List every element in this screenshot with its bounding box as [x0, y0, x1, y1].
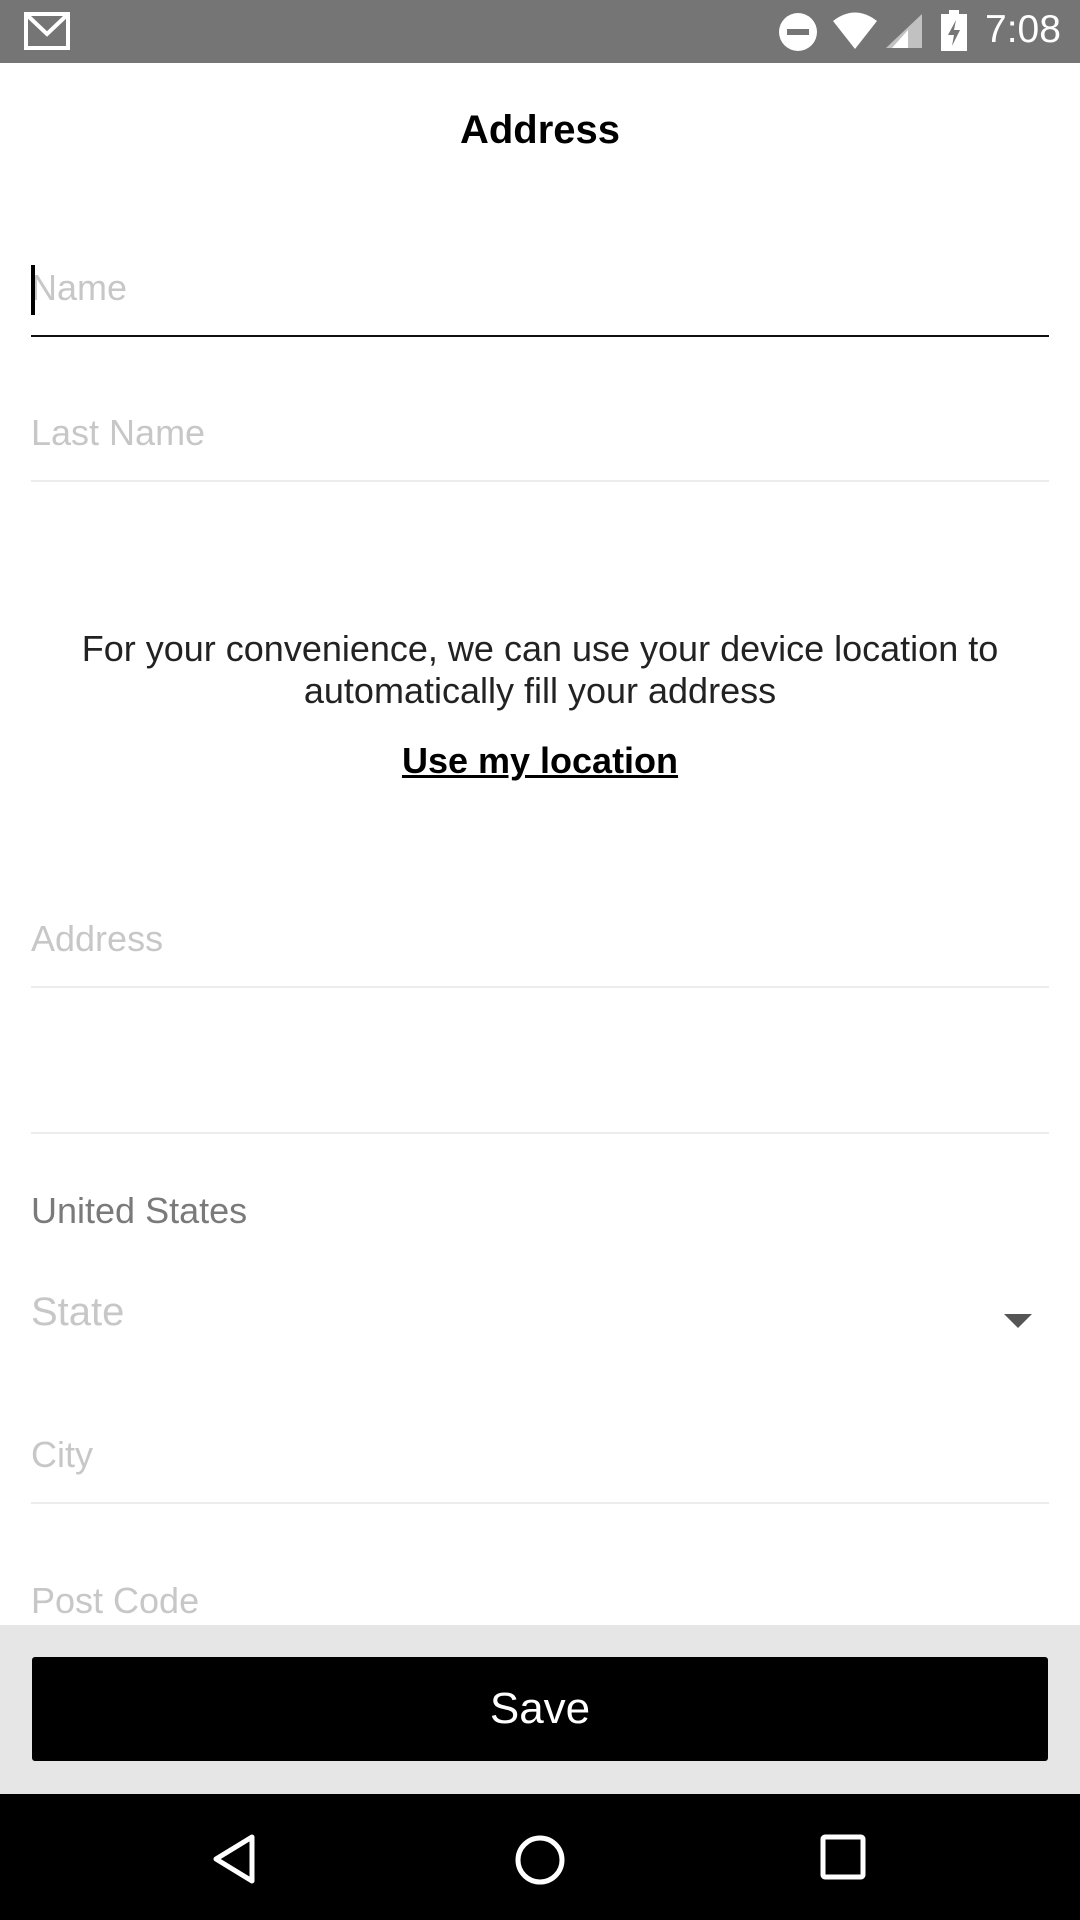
back-icon[interactable] — [212, 1834, 258, 1884]
last-name-field[interactable]: Last Name — [31, 400, 1049, 482]
country-value: United States — [31, 1190, 248, 1231]
battery-charging-icon — [941, 10, 967, 51]
text-cursor — [31, 265, 35, 315]
status-time: 7:08 — [985, 8, 1061, 51]
state-placeholder: State — [31, 1290, 125, 1334]
location-info-text: For your convenience, we can use your de… — [81, 628, 999, 711]
name-field[interactable]: Name — [31, 255, 1049, 337]
state-select[interactable]: State — [31, 1290, 1049, 1350]
chevron-down-icon — [1004, 1314, 1032, 1328]
city-placeholder: City — [31, 1434, 93, 1475]
do-not-disturb-icon — [779, 13, 817, 51]
last-name-placeholder: Last Name — [31, 412, 206, 453]
wifi-icon — [833, 12, 877, 49]
signal-icon — [886, 14, 922, 48]
city-field[interactable]: City — [31, 1422, 1049, 1504]
address-line-2-field[interactable] — [31, 1052, 1049, 1134]
use-my-location-link[interactable]: Use my location — [0, 740, 1080, 782]
address-field[interactable]: Address — [31, 906, 1049, 988]
gmail-icon — [24, 12, 70, 50]
save-bar: Save — [0, 1625, 1080, 1794]
post-code-placeholder: Post Code — [31, 1580, 200, 1621]
home-icon[interactable] — [514, 1834, 566, 1886]
save-button[interactable]: Save — [32, 1657, 1048, 1761]
status-bar: 7:08 — [0, 0, 1080, 63]
recent-apps-icon[interactable] — [820, 1834, 866, 1880]
page-title: Address — [459, 108, 621, 152]
address-placeholder: Address — [31, 918, 164, 959]
name-placeholder: Name — [31, 267, 128, 308]
navigation-bar — [0, 1794, 1080, 1920]
